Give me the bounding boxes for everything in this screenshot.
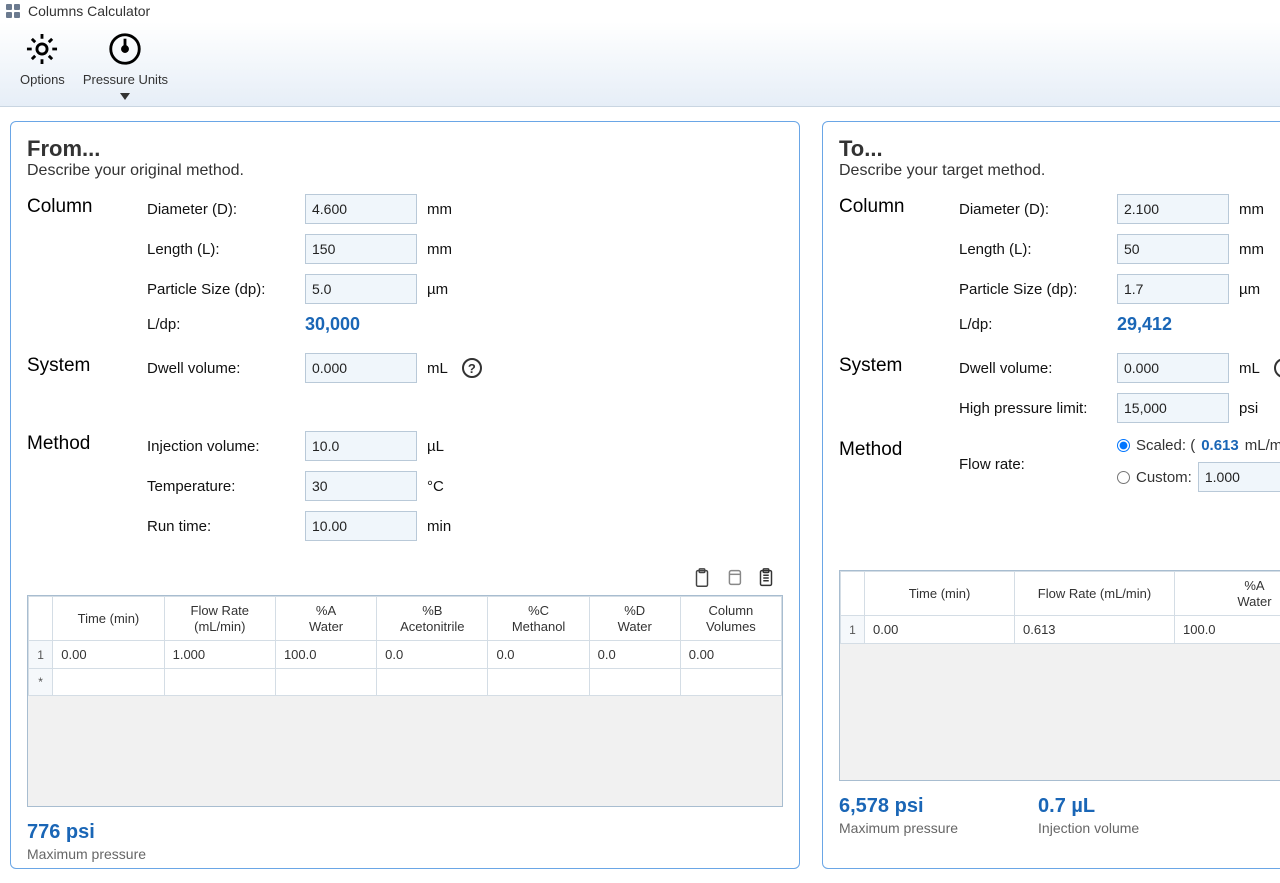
app-icon xyxy=(6,4,20,18)
to-hpl-unit: psi xyxy=(1239,400,1258,417)
from-ldp-label: L/dp: xyxy=(147,316,297,333)
col-d: %DWater xyxy=(589,597,680,641)
to-diameter-unit: mm xyxy=(1239,201,1264,218)
to-ldp-label: L/dp: xyxy=(959,316,1109,333)
help-icon[interactable]: ? xyxy=(462,358,482,378)
from-heading: From... xyxy=(27,136,783,162)
from-temperature-label: Temperature: xyxy=(147,478,297,495)
to-inj-label: Injection volume xyxy=(1038,820,1139,836)
table-row[interactable]: 1 0.00 1.000 100.0 0.0 0.0 0.0 0.00 xyxy=(29,641,782,669)
workspace: From... Describe your original method. C… xyxy=(0,107,1280,883)
from-diameter-input[interactable] xyxy=(305,194,417,224)
from-pressure-label: Maximum pressure xyxy=(27,846,146,862)
ribbon: Options Pressure Units xyxy=(0,22,1280,107)
to-inj-value: 0.7 µL xyxy=(1038,795,1139,818)
col-cv: Column Volumes xyxy=(680,597,781,641)
from-pressure-value: 776 psi xyxy=(27,821,146,844)
to-dwell-label: Dwell volume: xyxy=(959,360,1109,377)
from-runtime-unit: min xyxy=(427,518,451,535)
col-flow: Flow Rate (mL/min) xyxy=(1015,572,1175,616)
from-subtitle: Describe your original method. xyxy=(27,162,783,180)
gear-icon xyxy=(23,30,61,68)
col-time: Time (min) xyxy=(53,597,164,641)
from-runtime-label: Run time: xyxy=(147,518,297,535)
from-length-label: Length (L): xyxy=(147,241,297,258)
col-a: %AWater xyxy=(1175,572,1280,616)
to-method-section: Method xyxy=(839,437,959,492)
to-diameter-label: Diameter (D): xyxy=(959,201,1109,218)
from-temperature-input[interactable] xyxy=(305,471,417,501)
from-method-section: Method xyxy=(27,431,147,541)
from-column-section: Column xyxy=(27,194,147,335)
to-particle-input[interactable] xyxy=(1117,274,1229,304)
from-particle-label: Particle Size (dp): xyxy=(147,281,297,298)
from-system-section: System xyxy=(27,353,147,383)
from-runtime-input[interactable] xyxy=(305,511,417,541)
col-a: %AWater xyxy=(275,597,376,641)
to-system-section: System xyxy=(839,353,959,423)
from-gradient-grid[interactable]: Time (min) Flow Rate (mL/min) %AWater %B… xyxy=(27,595,783,807)
copy-icon[interactable] xyxy=(723,567,745,589)
custom-flow-input[interactable] xyxy=(1198,462,1280,492)
from-diameter-unit: mm xyxy=(427,201,452,218)
to-ldp-value: 29,412 xyxy=(1117,314,1237,335)
to-subtitle: Describe your target method. xyxy=(839,162,1280,180)
options-button[interactable]: Options xyxy=(20,30,65,100)
from-particle-input[interactable] xyxy=(305,274,417,304)
to-length-label: Length (L): xyxy=(959,241,1109,258)
clipboard-icon[interactable] xyxy=(755,567,777,589)
custom-radio[interactable]: Custom: xyxy=(1117,462,1280,492)
col-time: Time (min) xyxy=(865,572,1015,616)
window-title: Columns Calculator xyxy=(28,3,150,19)
from-diameter-label: Diameter (D): xyxy=(147,201,297,218)
to-diameter-input[interactable] xyxy=(1117,194,1229,224)
from-temperature-unit: °C xyxy=(427,478,444,495)
from-particle-unit: µm xyxy=(427,281,448,298)
paste-icon[interactable] xyxy=(691,567,713,589)
table-row[interactable]: 1 0.00 0.613 100.0 xyxy=(841,616,1280,644)
from-dwell-label: Dwell volume: xyxy=(147,360,297,377)
from-ldp-value: 30,000 xyxy=(305,314,425,335)
scaled-value: 0.613 xyxy=(1201,437,1239,454)
to-column-section: Column xyxy=(839,194,959,335)
from-injection-label: Injection volume: xyxy=(147,438,297,455)
from-length-input[interactable] xyxy=(305,234,417,264)
from-injection-input[interactable] xyxy=(305,431,417,461)
from-dwell-input[interactable] xyxy=(305,353,417,383)
to-panel: To... Describe your target method. Colum… xyxy=(822,121,1280,869)
pressure-units-label: Pressure Units xyxy=(83,72,168,87)
to-gradient-grid[interactable]: Time (min) Flow Rate (mL/min) %AWater 1 … xyxy=(839,570,1280,781)
from-dwell-unit: mL xyxy=(427,360,448,377)
from-injection-unit: µL xyxy=(427,438,444,455)
to-length-input[interactable] xyxy=(1117,234,1229,264)
options-label: Options xyxy=(20,72,65,87)
from-panel: From... Describe your original method. C… xyxy=(10,121,800,869)
to-dwell-input[interactable] xyxy=(1117,353,1229,383)
pressure-units-button[interactable]: Pressure Units xyxy=(83,30,168,100)
scaled-radio[interactable]: Scaled: ( 0.613 mL/m xyxy=(1117,437,1280,454)
to-pressure-label: Maximum pressure xyxy=(839,820,958,836)
table-row[interactable]: * xyxy=(29,669,782,696)
to-particle-unit: µm xyxy=(1239,281,1260,298)
to-pressure-value: 6,578 psi xyxy=(839,795,958,818)
col-b: %BAcetonitrile xyxy=(377,597,488,641)
from-length-unit: mm xyxy=(427,241,452,258)
to-particle-label: Particle Size (dp): xyxy=(959,281,1109,298)
chevron-down-icon xyxy=(120,93,130,100)
to-length-unit: mm xyxy=(1239,241,1264,258)
col-flow: Flow Rate (mL/min) xyxy=(164,597,275,641)
to-hpl-input[interactable] xyxy=(1117,393,1229,423)
to-dwell-unit: mL xyxy=(1239,360,1260,377)
col-c: %CMethanol xyxy=(488,597,589,641)
to-heading: To... xyxy=(839,136,1280,162)
to-flowrate-label: Flow rate: xyxy=(959,456,1109,473)
title-bar: Columns Calculator xyxy=(0,0,1280,22)
gauge-icon xyxy=(106,30,144,68)
to-hpl-label: High pressure limit: xyxy=(959,400,1109,417)
help-icon[interactable]: ? xyxy=(1274,358,1280,378)
